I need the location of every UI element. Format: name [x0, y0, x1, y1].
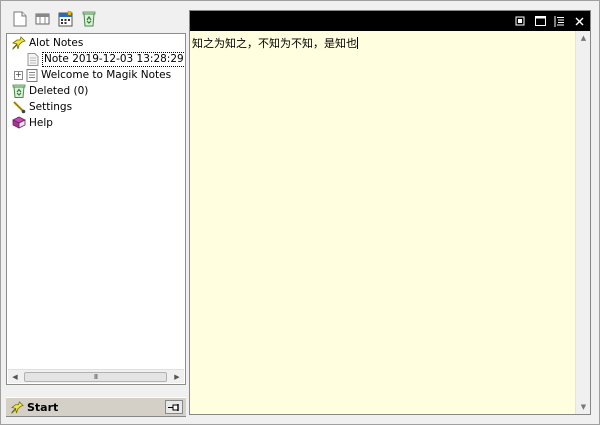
close-icon: [575, 17, 583, 25]
vertical-scrollbar[interactable]: ▲ ▼: [575, 31, 590, 414]
recycle-button[interactable]: [79, 10, 98, 29]
start-button[interactable]: Start: [11, 401, 58, 414]
app-window: Alot Notes Note 2019-12-03 13:28:29 + We…: [0, 0, 600, 425]
columns-icon: [35, 13, 50, 25]
note-icon: [27, 52, 39, 66]
tree-item-label: Alot Notes: [29, 37, 84, 49]
tree-item-alot-notes[interactable]: Alot Notes: [12, 35, 83, 51]
notes-tree[interactable]: Alot Notes Note 2019-12-03 13:28:29 + We…: [6, 33, 186, 385]
tree-item-deleted[interactable]: Deleted (0): [12, 83, 88, 99]
pin-button[interactable]: [165, 400, 183, 414]
columns-button[interactable]: [33, 10, 52, 29]
calendar-button[interactable]: [56, 10, 75, 29]
tree-item-label: Note 2019-12-03 13:28:29: [42, 51, 185, 67]
tree-item-settings[interactable]: Settings: [12, 99, 72, 115]
expand-icon[interactable]: +: [14, 70, 23, 80]
tree-item-label: Deleted (0): [29, 85, 89, 97]
close-button[interactable]: [571, 13, 587, 29]
tree-item-help[interactable]: Help: [12, 115, 53, 131]
tree-item-label: Help: [29, 117, 53, 129]
text-caret: [357, 37, 358, 49]
note-text: 知之为知之，不知为不知，是知也: [192, 37, 357, 50]
maximize-button[interactable]: [532, 13, 548, 29]
toolbar: [6, 7, 186, 31]
scroll-down-icon[interactable]: ▼: [576, 400, 591, 414]
restore-icon: [515, 16, 525, 26]
help-book-icon: [12, 116, 26, 129]
horizontal-scrollbar[interactable]: ◀ III ▶: [8, 369, 184, 383]
note-text-area[interactable]: 知之为知之，不知为不知，是知也: [190, 31, 575, 414]
outline-button[interactable]: [551, 13, 567, 29]
list-icon: [554, 15, 564, 27]
recycle-icon: [82, 11, 95, 27]
pin-icon: [168, 403, 179, 411]
editor-titlebar: [190, 11, 590, 31]
note-editor: 知之为知之，不知为不知，是知也 ▲ ▼: [189, 10, 591, 415]
restore-button[interactable]: [512, 13, 528, 29]
pushpin-icon: [12, 36, 26, 50]
maximize-icon: [534, 16, 546, 26]
recycle-bin-icon: [12, 84, 26, 98]
scroll-up-icon[interactable]: ▲: [576, 31, 591, 45]
pushpin-icon: [11, 400, 24, 414]
scroll-right-icon[interactable]: ▶: [170, 370, 184, 384]
sidebar: Alot Notes Note 2019-12-03 13:28:29 + We…: [6, 7, 186, 417]
wrench-icon: [13, 101, 26, 114]
scrollbar-thumb[interactable]: III: [24, 372, 167, 382]
scroll-left-icon[interactable]: ◀: [8, 370, 22, 384]
new-note-icon: [13, 11, 26, 27]
new-note-button[interactable]: [10, 10, 29, 29]
start-label: Start: [27, 400, 59, 414]
notebook-icon: [26, 68, 38, 82]
tree-item-welcome[interactable]: + Welcome to Magik Notes: [14, 67, 171, 83]
tree-item-label: Welcome to Magik Notes: [41, 69, 172, 81]
start-bar: Start: [6, 397, 186, 417]
tree-item-label: Settings: [29, 101, 73, 113]
calendar-icon: [58, 11, 73, 27]
tree-item-note[interactable]: Note 2019-12-03 13:28:29: [27, 51, 185, 67]
